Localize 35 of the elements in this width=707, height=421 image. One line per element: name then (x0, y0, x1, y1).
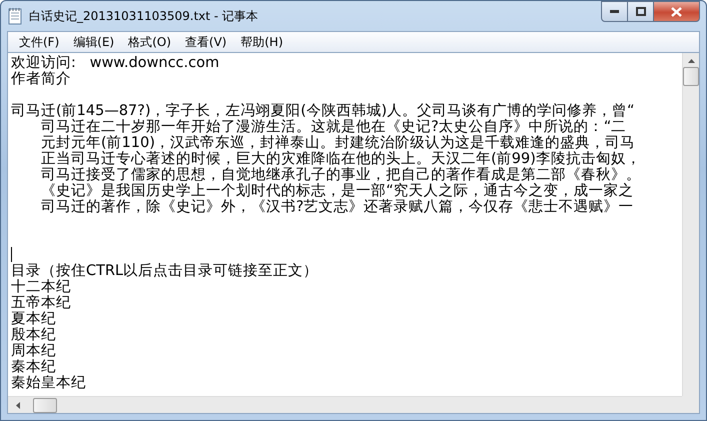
text-line: 司马迁的著作，除《史记》外，《汉书?艺文志》还著录赋八篇，今仅存《悲士不遇赋》一 (41, 199, 634, 215)
text-line: 作者简介 (11, 71, 71, 87)
text-line: 欢迎访问: www.downcc.com (11, 55, 220, 71)
text-line: 《史记》是我国历史学上一个划时代的标志，是一部“究天人之际，通古今之变，成一家之 (41, 183, 634, 199)
text-line: 夏本纪 (11, 311, 56, 327)
text-line: 周本纪 (11, 343, 56, 359)
window-title: 白话史记_20131031103509.txt - 记事本 (29, 8, 260, 24)
menu-item[interactable]: 编辑(E) (66, 34, 122, 50)
menu-item[interactable]: 帮助(H) (234, 34, 290, 50)
text-line: 正当司马迁专心著述的时候，巨大的灾难降临在他的头上。天汉二年(前99)李陵抗击匈奴， (41, 151, 641, 167)
horizontal-scrollbar[interactable] (8, 396, 682, 413)
vertical-scrollbar[interactable] (682, 53, 699, 396)
menu-item[interactable]: 格式(O) (121, 34, 178, 50)
text-line: 目录（按住CTRL以后点击目录可链接至正文） (11, 263, 318, 279)
text-line: 秦始皇本纪 (11, 375, 86, 391)
notepad-icon (7, 7, 23, 25)
maximize-icon (636, 7, 646, 16)
minimize-icon (610, 10, 619, 13)
text-line: 司马迁在二十岁那一年开始了漫游生活。这就是他在《史记?太史公自序》中所说的：“二 (41, 119, 626, 135)
close-button[interactable] (654, 1, 700, 22)
text-line: 司马迁接受了儒家的思想，自觉地继承孔子的事业，把自己的著作看成是第二部《春秋》。 (41, 167, 641, 183)
scroll-thumb[interactable] (33, 398, 57, 412)
menu-item[interactable]: 文件(F) (12, 34, 66, 50)
scroll-thumb[interactable] (683, 67, 699, 86)
text-line: 秦本纪 (11, 359, 56, 375)
minimize-button[interactable] (601, 1, 628, 22)
text-line: 五帝本纪 (11, 295, 71, 311)
maximize-button[interactable] (628, 1, 654, 22)
close-icon (671, 6, 682, 16)
text-cursor (11, 247, 12, 262)
text-line: 十二本纪 (11, 279, 71, 295)
text-line: 殷本纪 (11, 327, 56, 343)
text-line: 司马迁(前145—87?)，字子长，左冯翊夏阳(今陕西韩城)人。父司马谈有广博的学问修养，曾“ (11, 103, 634, 119)
menu-item[interactable]: 查看(V) (178, 34, 234, 50)
text-line: 元封元年(前110)，汉武帝东巡，封禅泰山。封建统治阶级认为这是千载难逢的盛典，司马 (41, 135, 635, 151)
